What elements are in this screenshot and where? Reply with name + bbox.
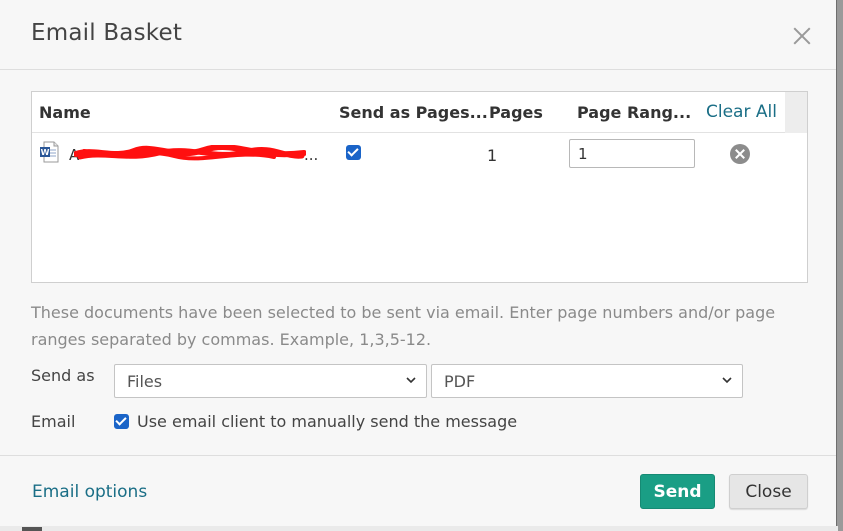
documents-table: Name Send as Pages... Pages Page Rang...… [31,91,808,283]
svg-text:W: W [41,148,50,157]
column-header-name[interactable]: Name [39,103,91,122]
close-icon[interactable] [790,24,814,48]
header-scroll-gutter [785,92,807,133]
document-name-ellipsis: ... [304,146,319,164]
column-header-send-as-pages[interactable]: Send as Pages... [339,103,488,122]
pages-count: 1 [487,146,498,165]
email-options-link[interactable]: Email options [32,482,147,502]
edge-mark [22,527,42,531]
send-button[interactable]: Send [640,474,715,509]
clear-all-link[interactable]: Clear All [706,102,777,122]
chevron-down-icon [406,377,416,384]
send-as-select[interactable]: Files [114,364,427,398]
table-header: Name Send as Pages... Pages Page Rang...… [32,92,785,133]
dialog-title: Email Basket [31,20,183,46]
table-row[interactable]: W A ... 1 [32,134,785,172]
redaction-scribble [74,145,306,161]
dialog-header: Email Basket [0,0,836,70]
format-value: PDF [444,372,476,391]
send-as-value: Files [127,372,163,391]
word-document-icon: W [40,141,59,163]
chevron-down-icon [722,377,732,384]
email-client-label[interactable]: Use email client to manually send the me… [137,412,517,431]
email-basket-dialog: Email Basket Name Send as Pages... Pages… [0,0,838,531]
remove-document-icon[interactable] [730,144,750,164]
email-client-checkbox[interactable] [114,414,129,429]
send-as-pages-checkbox[interactable] [346,145,361,160]
column-header-page-range[interactable]: Page Rang... [577,103,691,122]
email-label: Email [31,412,76,431]
window-bottom-edge [0,526,838,531]
close-button[interactable]: Close [729,474,808,509]
column-header-pages[interactable]: Pages [489,103,543,122]
page-range-input[interactable] [569,139,695,168]
help-text: These documents have been selected to be… [31,303,776,349]
window-edge [836,0,843,531]
format-select[interactable]: PDF [431,364,743,398]
dialog-footer: Email options Send Close [0,455,836,526]
send-as-label: Send as [31,366,95,385]
